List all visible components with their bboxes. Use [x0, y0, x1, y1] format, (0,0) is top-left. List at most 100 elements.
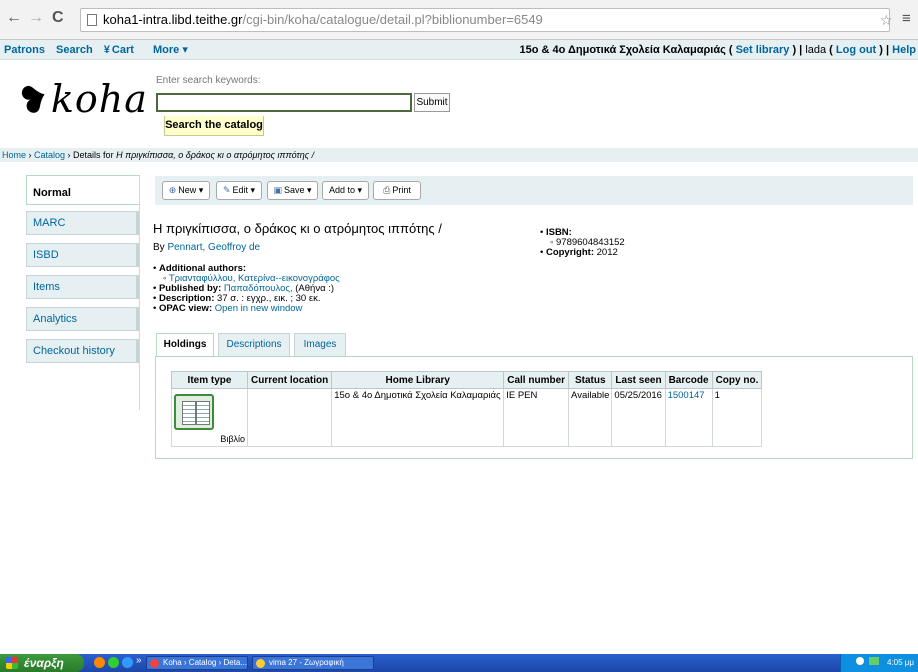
menu-item-items[interactable]: Items — [26, 275, 140, 299]
windows-taskbar: έναρξη » Koha › Catalog › Deta... vima 2… — [0, 654, 918, 672]
table-row: Βιβλίο 15ο & 4ο Δημοτικά Σχολεία Καλαμαρ… — [171, 388, 763, 447]
forward-arrow-icon[interactable]: → — [28, 10, 44, 26]
paint-task-icon — [256, 659, 265, 668]
holdings-table: Item type Current location Home Library … — [171, 371, 763, 447]
koha-logo[interactable]: ❥koha — [11, 73, 148, 126]
author-link[interactable]: Pennart, Geoffroy de — [167, 242, 260, 253]
search-catalog-tab[interactable]: Search the catalog — [164, 116, 264, 136]
url-host: koha1-intra.libd.teithe.gr — [103, 12, 243, 27]
submit-button[interactable]: Submit — [414, 93, 450, 112]
menu-item-marc[interactable]: MARC — [26, 211, 140, 235]
back-arrow-icon[interactable]: ← — [6, 10, 22, 26]
add-to-button-label: Add to ▾ — [328, 185, 363, 195]
plus-icon: ⊕ — [168, 185, 177, 195]
menu-item-normal[interactable]: Normal — [26, 175, 140, 205]
print-icon: ⎙ — [383, 185, 391, 195]
record-toolbar: ⊕ New ▾ ✎ Edit ▾ ▣ Save ▾ Add to ▾ ⎙ Print — [155, 176, 913, 205]
record-title: Η πριγκίπισσα, ο δράκος κι ο ατρόμητος ι… — [153, 221, 442, 236]
record-info-left: • Additional authors: ◦ Τριανταφύλλου, Κ… — [153, 263, 340, 314]
col-last-seen[interactable]: Last seen — [611, 371, 666, 389]
search-label: Enter search keywords: — [156, 75, 261, 86]
breadcrumb-details-prefix: Details for — [73, 150, 114, 160]
logo-text: koha — [50, 77, 148, 121]
edit-icon: ✎ — [222, 185, 231, 195]
menu-divider — [139, 175, 140, 410]
save-button-label: Save ▾ — [283, 185, 312, 195]
browser-menu-icon[interactable]: ≡ — [902, 10, 911, 27]
koha-header: ❥koha Enter search keywords: Submit Sear… — [0, 61, 918, 148]
print-button-label: Print — [392, 185, 411, 195]
tray-signal-icon[interactable] — [868, 657, 879, 665]
tab-descriptions[interactable]: Descriptions — [218, 333, 290, 357]
taskbar-item-koha[interactable]: Koha › Catalog › Deta... — [146, 656, 248, 670]
koha-top-bar: Patrons Search ¥ Cart More ▾ 15ο & 4ο Δημ… — [0, 40, 918, 60]
address-bar[interactable]: koha1-intra.libd.teithe.gr/cgi-bin/koha/… — [80, 8, 890, 32]
opac-view-link[interactable]: Open in new window — [215, 303, 303, 314]
menu-item-isbd[interactable]: ISBD — [26, 243, 140, 267]
cell-current-location — [246, 388, 333, 447]
col-home-library[interactable]: Home Library — [331, 371, 505, 389]
tray-network-icon[interactable] — [855, 657, 864, 665]
user-name: lada — [805, 44, 827, 56]
clock: 4:05 μμ — [886, 658, 914, 667]
start-button[interactable]: έναρξη — [0, 654, 84, 672]
author-line: By Pennart, Geoffroy de — [153, 242, 260, 253]
cell-last-seen: 05/25/2016 — [611, 388, 666, 447]
new-button-label: New ▾ — [178, 185, 204, 195]
catalog-search-input[interactable] — [156, 93, 412, 112]
log-out-link[interactable]: Log out — [836, 44, 876, 56]
breadcrumb: Home › Catalog › Details for Η πριγκίπισ… — [0, 148, 918, 162]
edit-button[interactable]: ✎ Edit ▾ — [216, 181, 262, 200]
add-to-button[interactable]: Add to ▾ — [322, 181, 369, 200]
more-menu[interactable]: More ▾ — [153, 44, 188, 56]
cell-item-type: Βιβλίο — [171, 388, 248, 447]
taskbar-item-paint[interactable]: vima 27 - Ζωγραφική — [252, 656, 374, 670]
cell-home-library: 15ο & 4ο Δημοτικά Σχολεία Καλαμαριάς — [331, 388, 505, 447]
quicklaunch-more[interactable]: » — [136, 655, 142, 666]
barcode-link[interactable]: 1500147 — [668, 390, 705, 401]
page-icon — [87, 14, 97, 26]
breadcrumb-catalog[interactable]: Catalog — [34, 150, 65, 160]
breadcrumb-current: Η πριγκίπισσα, ο δράκος κι ο ατρόμητος ι… — [116, 150, 315, 160]
edit-button-label: Edit ▾ — [232, 185, 256, 195]
user-info: 15ο & 4ο Δημοτικά Σχολεία Καλαμαριάς ( S… — [519, 44, 916, 56]
firefox-icon[interactable] — [94, 657, 105, 668]
ie-icon[interactable] — [122, 657, 133, 668]
opac-view-label: OPAC view: — [158, 303, 213, 314]
set-library-link[interactable]: Set library — [736, 44, 790, 56]
col-copy-no[interactable]: Copy no. — [711, 371, 763, 389]
search-link[interactable]: Search — [56, 44, 93, 56]
chrome-icon[interactable] — [108, 657, 119, 668]
item-type-label: Βιβλίο — [220, 434, 245, 444]
tab-holdings[interactable]: Holdings — [156, 333, 214, 358]
save-button[interactable]: ▣ Save ▾ — [267, 181, 318, 200]
cell-status: Available — [568, 388, 613, 447]
print-button[interactable]: ⎙ Print — [373, 181, 421, 200]
menu-item-checkout-history[interactable]: Checkout history — [26, 339, 140, 363]
system-tray: 4:05 μμ — [840, 654, 918, 672]
breadcrumb-home[interactable]: Home — [2, 150, 26, 160]
new-button[interactable]: ⊕ New ▾ — [162, 181, 210, 200]
menu-item-analytics[interactable]: Analytics — [26, 307, 140, 331]
browser-toolbar: ← → C koha1-intra.libd.teithe.gr/cgi-bin… — [0, 0, 918, 40]
col-item-type[interactable]: Item type — [171, 371, 248, 389]
col-current-location[interactable]: Current location — [246, 371, 333, 389]
bookmark-star-icon[interactable]: ☆ — [880, 12, 893, 29]
start-label: έναρξη — [24, 656, 64, 670]
windows-flag-icon — [6, 657, 18, 669]
record-view-menu: Normal MARC ISBD Items Analytics Checkou… — [26, 175, 140, 371]
col-call-number[interactable]: Call number — [503, 371, 570, 389]
save-icon: ▣ — [273, 185, 282, 195]
patrons-link[interactable]: Patrons — [4, 44, 45, 56]
col-status[interactable]: Status — [568, 371, 613, 389]
reload-icon[interactable]: C — [52, 10, 64, 26]
copyright-label: Copyright: — [545, 247, 594, 258]
branch-name: 15ο & 4ο Δημοτικά Σχολεία Καλαμαριάς — [519, 44, 726, 56]
col-barcode[interactable]: Barcode — [664, 371, 713, 389]
cart-link[interactable]: ¥ Cart — [104, 44, 142, 56]
tab-images[interactable]: Images — [294, 333, 346, 357]
chrome-task-icon — [150, 659, 159, 668]
cart-label: Cart — [111, 44, 134, 56]
help-link[interactable]: Help — [892, 44, 916, 56]
top-nav-links: Patrons Search ¥ Cart More ▾ — [4, 40, 196, 60]
